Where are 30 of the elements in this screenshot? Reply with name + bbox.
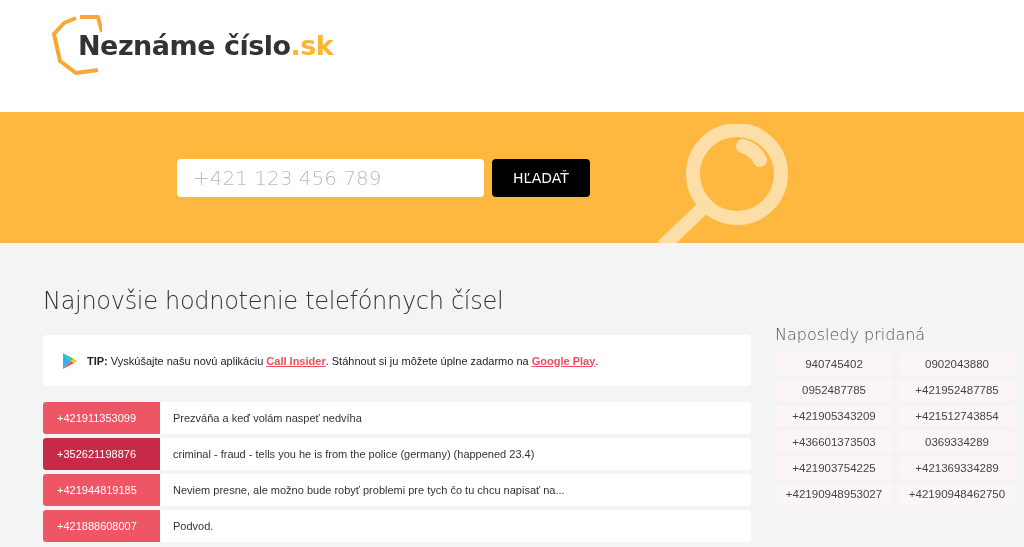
phone-search-field[interactable]: +421 123 456 789 <box>177 158 484 197</box>
recent-number[interactable]: +421905343209 <box>775 405 893 427</box>
review-comment: criminal - fraud - tells you he is from the police (germany) (happened 23.4) <box>172 447 535 462</box>
tip-text: TIP: Vyskúšajte našu novú aplikáciu Call Insider. Stáhnout si ju môžete úplne zadarmo na Google Play. <box>87 354 599 367</box>
review-comment: Podvod. <box>172 519 214 534</box>
phone-number[interactable]: +352621198876 <box>43 438 160 470</box>
recent-number[interactable]: +42190948953027 <box>775 483 893 505</box>
sidebar-title: Naposledy pridaná <box>775 325 927 344</box>
review-row[interactable]: +352621198876 criminal - fraud - tells you he is from the police (germany) (happened 23.4) <box>43 438 751 470</box>
recent-number[interactable]: +421903754225 <box>775 457 893 479</box>
recent-number[interactable]: 0952487785 <box>775 379 893 401</box>
recent-number[interactable]: +42190948462750 <box>898 483 1016 505</box>
page-heading: Najnovšie hodnotenie telefónnych čísel <box>43 287 505 315</box>
review-row[interactable]: +421888608007 Podvod. <box>43 510 751 542</box>
recent-number[interactable]: 940745402 <box>775 353 893 375</box>
recent-number[interactable]: +421512743854 <box>898 405 1016 427</box>
review-comment: Prezváňa a keď volám naspeť nedvíha <box>172 411 362 426</box>
review-row[interactable]: +421944819185 Neviem presne, ale možno bude robyť problemi pre tych čo tu chcu napisať na... <box>43 474 751 506</box>
tip-link[interactable]: Call Insider <box>266 354 326 367</box>
search-button[interactable]: HĽADAŤ <box>492 158 590 197</box>
recent-number[interactable]: 0369334289 <box>898 431 1016 453</box>
play-store-icon <box>63 352 77 369</box>
recent-number[interactable]: 0902043880 <box>898 353 1016 375</box>
logo-text[interactable]: Neznáme číslo.sk <box>78 29 334 61</box>
recent-number[interactable]: +421952487785 <box>898 379 1016 401</box>
tip-link[interactable]: Google Play <box>531 354 596 367</box>
recent-number[interactable]: +436601373503 <box>775 431 893 453</box>
review-comment: Neviem presne, ale možno bude robyť problemi pre tych čo tu chcu napisať na... <box>172 483 565 498</box>
review-row[interactable]: +421911353099 Prezváňa a keď volám naspeť nedvíha <box>43 402 751 434</box>
recent-number[interactable]: +421369334289 <box>898 457 1016 479</box>
